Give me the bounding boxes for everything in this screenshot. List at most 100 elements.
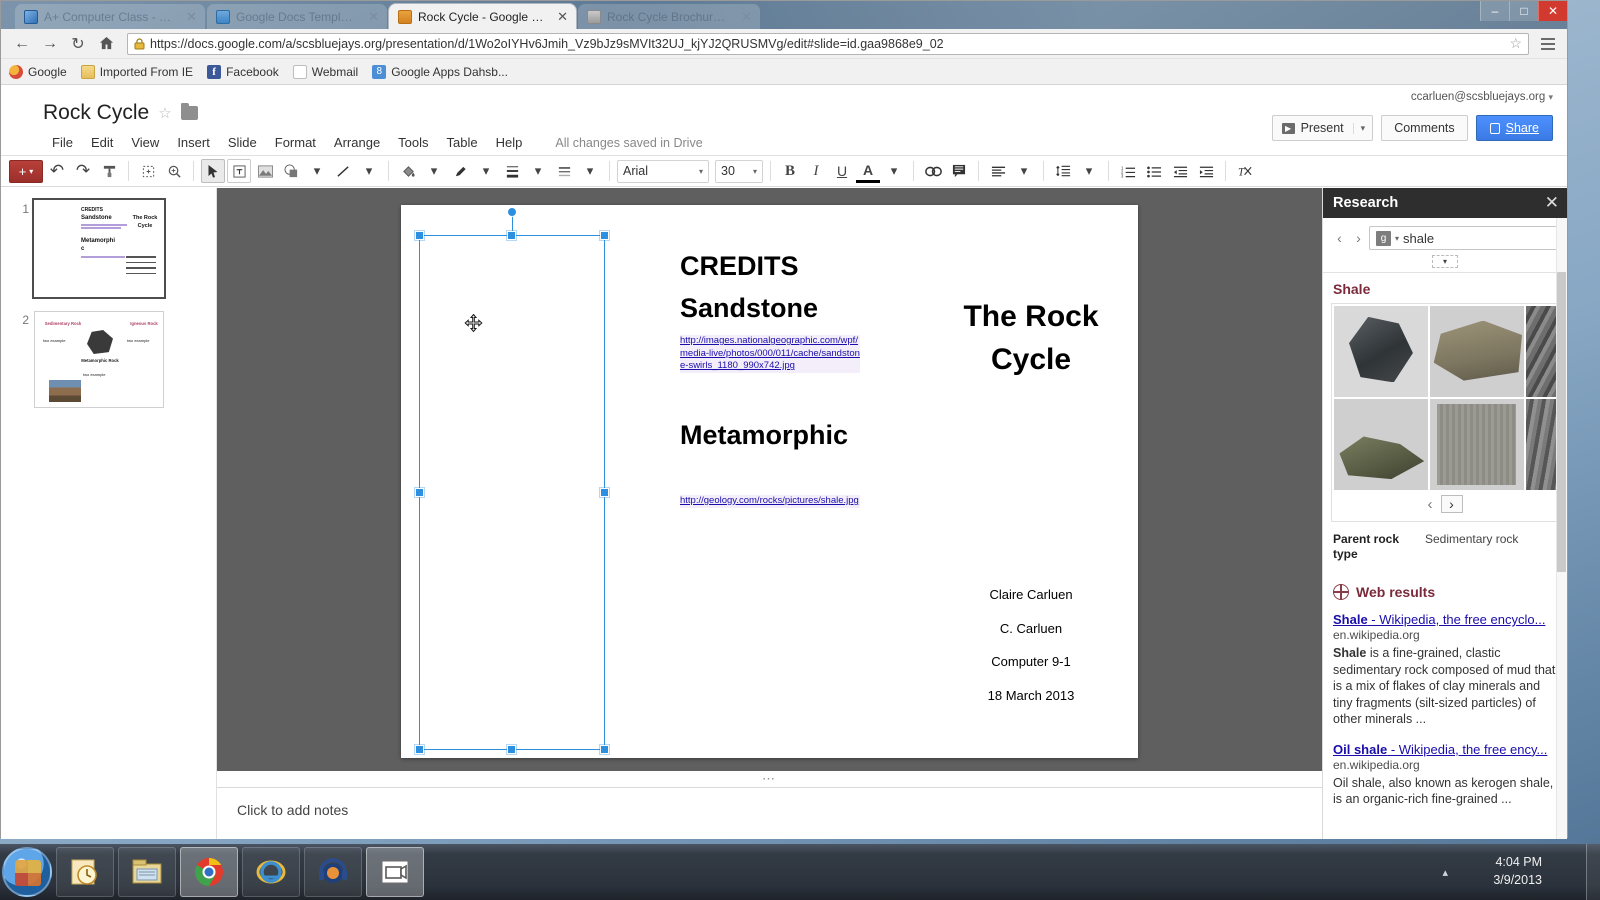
line-dropdown-button[interactable]: ▾ xyxy=(357,159,381,183)
resize-handle-bottom-center[interactable] xyxy=(507,745,516,754)
notes-resize-grip[interactable]: ⋯ xyxy=(217,771,1322,787)
back-button[interactable]: ← xyxy=(9,32,35,56)
bookmark-google-apps[interactable]: 8 Google Apps Dahsb... xyxy=(372,65,508,79)
align-dropdown-button[interactable]: ▾ xyxy=(1012,159,1036,183)
slide-canvas-area[interactable]: CREDITS Sandstone http://images.national… xyxy=(217,188,1322,787)
numbered-list-icon[interactable]: 123 xyxy=(1116,159,1140,183)
line-dash-dropdown-button[interactable]: ▾ xyxy=(578,159,602,183)
image-next-button[interactable]: › xyxy=(1441,495,1463,513)
shale-image-4[interactable] xyxy=(1334,399,1428,490)
close-icon[interactable]: ✕ xyxy=(186,9,197,25)
bulleted-list-icon[interactable] xyxy=(1142,159,1166,183)
zoom-icon[interactable] xyxy=(162,159,186,183)
slide-title-text[interactable]: The Rock Cycle xyxy=(961,295,1101,381)
menu-arrange[interactable]: Arrange xyxy=(325,133,389,152)
filmstrip-slide-1[interactable]: 1 CREDITS Sandstone Metamorphi c The Roc… xyxy=(1,196,216,307)
browser-tab-2[interactable]: Google Docs Templates ✕ xyxy=(207,4,387,29)
close-icon[interactable]: ✕ xyxy=(557,9,568,25)
star-icon[interactable]: ☆ xyxy=(158,104,171,122)
resize-handle-middle-right[interactable] xyxy=(600,488,609,497)
browser-menu-button[interactable] xyxy=(1537,33,1559,55)
line-weight-dropdown-button[interactable]: ▾ xyxy=(526,159,550,183)
browser-tab-1[interactable]: A+ Computer Class - Go... ✕ xyxy=(15,4,205,29)
research-search-input[interactable]: g ▾ shale xyxy=(1369,226,1559,250)
internet-explorer-icon[interactable] xyxy=(242,847,300,897)
research-forward-button[interactable]: › xyxy=(1350,228,1367,248)
browser-tab-4[interactable]: Rock Cycle Brochure - G... ✕ xyxy=(578,4,760,29)
shale-image-1[interactable] xyxy=(1334,306,1428,397)
present-button[interactable]: ▶ Present xyxy=(1273,121,1353,135)
menu-tools[interactable]: Tools xyxy=(389,133,437,152)
image-icon[interactable] xyxy=(253,159,277,183)
taskbar-clock[interactable]: 4:04 PM 3/9/2013 xyxy=(1493,853,1542,889)
line-color-icon[interactable] xyxy=(448,159,472,183)
comments-button[interactable]: Comments xyxy=(1381,115,1467,141)
resize-handle-bottom-left[interactable] xyxy=(415,745,424,754)
decrease-indent-icon[interactable] xyxy=(1168,159,1192,183)
increase-indent-icon[interactable] xyxy=(1194,159,1218,183)
menu-file[interactable]: File xyxy=(43,133,82,152)
slide-shale-url[interactable]: http://geology.com/rocks/pictures/shale.… xyxy=(680,495,860,508)
show-hidden-icons-button[interactable]: ▴ xyxy=(1442,866,1448,879)
text-color-button[interactable]: A xyxy=(856,159,880,183)
shape-icon[interactable] xyxy=(279,159,303,183)
paint-format-icon[interactable] xyxy=(97,159,121,183)
bookmark-imported-from-ie[interactable]: Imported From IE xyxy=(81,65,193,79)
line-dash-icon[interactable] xyxy=(552,159,576,183)
shale-image-6[interactable] xyxy=(1526,399,1556,490)
redo-button[interactable]: ↷ xyxy=(71,159,95,183)
slide-thumbnail-1[interactable]: CREDITS Sandstone Metamorphi c The Rock … xyxy=(34,200,164,297)
slide-canvas[interactable]: CREDITS Sandstone http://images.national… xyxy=(401,205,1138,758)
resize-handle-top-center[interactable] xyxy=(507,231,516,240)
text-color-dropdown-button[interactable]: ▾ xyxy=(882,159,906,183)
forward-button[interactable]: → xyxy=(37,32,63,56)
line-color-dropdown-button[interactable]: ▾ xyxy=(474,159,498,183)
fit-to-screen-icon[interactable] xyxy=(136,159,160,183)
share-button[interactable]: Share xyxy=(1476,115,1553,141)
slide-metamorphic-heading[interactable]: Metamorphic xyxy=(680,418,865,452)
bold-button[interactable]: B xyxy=(778,159,802,183)
speaker-notes-panel[interactable]: Click to add notes xyxy=(217,787,1322,839)
menu-edit[interactable]: Edit xyxy=(82,133,122,152)
rotate-handle[interactable] xyxy=(507,207,517,217)
clear-formatting-icon[interactable]: T xyxy=(1233,159,1257,183)
sticky-notes-icon[interactable] xyxy=(56,847,114,897)
reload-button[interactable]: ↻ xyxy=(65,32,91,56)
slide-sandstone-heading[interactable]: Sandstone xyxy=(680,293,818,324)
web-result-2-title[interactable]: Oil shale - Wikipedia, the free ency... xyxy=(1333,742,1557,757)
menu-help[interactable]: Help xyxy=(487,133,532,152)
shale-image-2[interactable] xyxy=(1430,306,1524,397)
selected-text-box[interactable] xyxy=(419,235,605,750)
research-back-button[interactable]: ‹ xyxy=(1331,228,1348,248)
menu-view[interactable]: View xyxy=(122,133,168,152)
media-player-icon[interactable] xyxy=(304,847,362,897)
home-icon[interactable] xyxy=(93,32,119,56)
present-dropdown-button[interactable]: ▾ xyxy=(1353,123,1373,134)
slide-byline[interactable]: Claire Carluen C. Carluen Computer 9-1 1… xyxy=(946,578,1116,712)
menu-format[interactable]: Format xyxy=(266,133,325,152)
undo-button[interactable]: ↶ xyxy=(45,159,69,183)
bookmark-google[interactable]: Google xyxy=(9,65,67,79)
shale-image-5[interactable] xyxy=(1430,399,1524,490)
folder-icon[interactable] xyxy=(181,106,198,120)
italic-button[interactable]: I xyxy=(804,159,828,183)
resize-handle-middle-left[interactable] xyxy=(415,488,424,497)
bookmark-facebook[interactable]: f Facebook xyxy=(207,65,279,79)
address-bar[interactable]: https://docs.google.com/a/scsbluejays.or… xyxy=(127,33,1529,55)
fill-color-icon[interactable] xyxy=(396,159,420,183)
close-icon[interactable]: ✕ xyxy=(741,9,752,25)
research-scrollbar-thumb[interactable] xyxy=(1557,272,1566,572)
chevron-down-icon[interactable]: ▾ xyxy=(1395,234,1399,243)
fill-color-dropdown-button[interactable]: ▾ xyxy=(422,159,446,183)
menu-insert[interactable]: Insert xyxy=(168,133,219,152)
align-left-icon[interactable] xyxy=(986,159,1010,183)
present-button-group[interactable]: ▶ Present ▾ xyxy=(1272,115,1374,141)
browser-tab-3[interactable]: Rock Cycle - Google Drive ✕ xyxy=(389,4,576,29)
shale-image-3[interactable] xyxy=(1526,306,1556,397)
windows-explorer-icon[interactable] xyxy=(366,847,424,897)
close-window-button[interactable]: ✕ xyxy=(1538,1,1567,21)
line-weight-icon[interactable] xyxy=(500,159,524,183)
select-arrow-icon[interactable] xyxy=(201,159,225,183)
web-result-1-title[interactable]: Shale - Wikipedia, the free encyclo... xyxy=(1333,612,1557,627)
account-menu[interactable]: ccarluen@scsbluejays.org ▾ xyxy=(1411,91,1553,103)
